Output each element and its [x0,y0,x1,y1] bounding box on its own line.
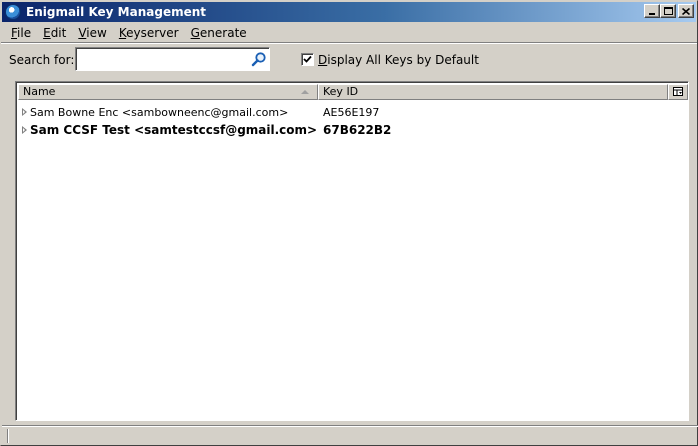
menu-bar: File Edit View Keyserver Generate [2,23,696,42]
menu-edit-rest: dit [50,25,67,40]
menu-keyserver-rest: eyserver [126,25,179,40]
key-list[interactable]: Name Key ID Sam Bowne Enc <sambowneenc@g… [15,81,689,421]
expand-twisty-icon[interactable] [22,126,27,134]
sort-ascending-icon [301,90,309,94]
menu-edit-mnemonic: E [43,25,51,40]
key-name-cell: Sam Bowne Enc <sambowneenc@gmail.com> [18,106,318,119]
display-all-mnemonic: D [318,53,328,67]
column-picker-button[interactable] [668,84,688,100]
status-bar-grip [7,429,9,443]
key-row[interactable]: Sam CCSF Test <samtestccsf@gmail.com> 67… [18,121,688,139]
display-all-keys-label[interactable]: Display All Keys by Default [318,53,479,67]
menu-generate-mnemonic: G [190,25,200,40]
key-list-header: Name Key ID [18,84,688,100]
expand-twisty-icon[interactable] [22,108,27,116]
window-controls [644,4,694,18]
menu-separator [1,42,697,44]
maximize-button[interactable] [660,4,676,18]
checkmark-icon [303,55,312,63]
menu-file[interactable]: File [5,26,37,40]
search-input[interactable] [75,47,270,71]
column-keyid-header[interactable]: Key ID [318,84,668,100]
key-id-cell: 67B622B2 [323,123,392,137]
key-name-cell: Sam CCSF Test <samtestccsf@gmail.com> [18,123,318,137]
menu-generate[interactable]: Generate [185,26,253,40]
status-bar-separator [2,425,698,427]
key-name: Sam Bowne Enc <sambowneenc@gmail.com> [30,105,289,119]
window-title: Enigmail Key Management [26,5,207,19]
close-button[interactable] [678,4,694,18]
title-bar[interactable]: Enigmail Key Management [2,2,696,22]
key-id-cell: AE56E197 [323,105,380,119]
column-keyid-label: Key ID [323,85,359,98]
enigmail-globe-icon[interactable] [5,4,21,20]
key-name: Sam CCSF Test <samtestccsf@gmail.com> [30,123,318,137]
display-all-keys-checkbox[interactable] [301,53,314,66]
menu-generate-rest: enerate [199,25,247,40]
menu-keyserver[interactable]: Keyserver [113,26,185,40]
menu-file-rest: ile [17,25,32,40]
column-name-label: Name [23,85,56,98]
maximize-icon [663,7,673,15]
column-picker-icon [672,87,683,96]
magnifier-icon[interactable] [251,51,267,67]
key-management-window: Enigmail Key Management File Edit View K… [0,0,698,446]
menu-view[interactable]: View [72,26,112,40]
menu-edit[interactable]: Edit [37,26,72,40]
minimize-button[interactable] [644,4,660,18]
column-name-header[interactable]: Name [18,84,318,100]
display-all-rest: isplay All Keys by Default [327,53,479,67]
search-label: Search for: [9,53,75,67]
minimize-icon [649,13,655,15]
menu-view-rest: iew [86,25,107,40]
close-icon [682,7,690,15]
key-row[interactable]: Sam Bowne Enc <sambowneenc@gmail.com> AE… [18,103,688,121]
